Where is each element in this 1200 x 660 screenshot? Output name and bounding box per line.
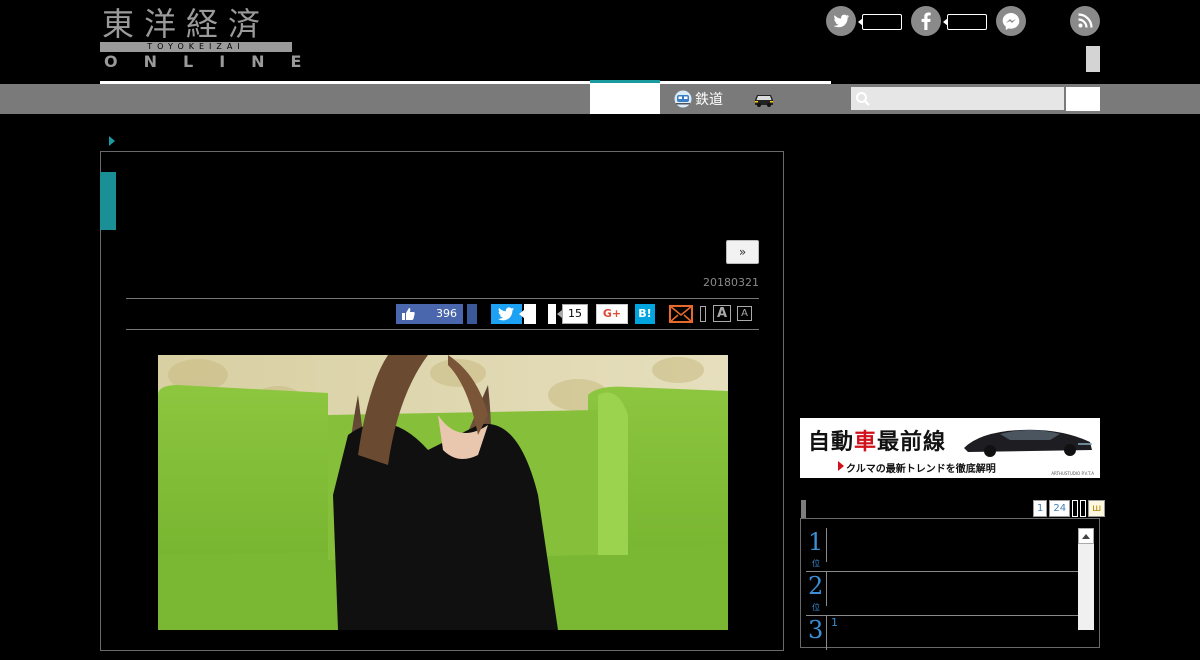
nav-tab-active[interactable] xyxy=(590,80,660,114)
header-menu-button[interactable] xyxy=(1086,46,1100,72)
mail-share-button[interactable] xyxy=(669,304,693,324)
twitter-bird-icon xyxy=(498,307,514,321)
ranking-tabs: 1 24 ш xyxy=(1033,500,1106,518)
nav-railway-label: 鉄道 xyxy=(695,92,723,108)
hatena-bookmark-button[interactable]: B! xyxy=(635,304,655,324)
thumbs-up-icon xyxy=(402,308,415,320)
ranking-item[interactable]: 2 位 xyxy=(806,572,1078,616)
banner-title: 自動車最前線 xyxy=(808,424,946,456)
rank-number: 1 xyxy=(808,528,824,556)
banner-title-part2: 最前線 xyxy=(877,429,947,455)
article-date: 20180321 xyxy=(703,276,759,289)
rank-unit: 位 xyxy=(812,603,820,612)
article-photo xyxy=(158,355,728,630)
supercar-image xyxy=(964,429,1092,457)
rank-divider xyxy=(826,572,827,606)
banner-title-red: 車 xyxy=(854,429,878,455)
rank-divider xyxy=(826,528,827,562)
nav-tab-auto[interactable] xyxy=(752,90,776,112)
rank-unit: 位 xyxy=(812,559,820,568)
nav-tab-railway[interactable]: 鉄道 xyxy=(674,88,723,110)
google-plus-button[interactable]: G+ xyxy=(596,304,628,324)
car-icon xyxy=(755,95,773,107)
site-logo[interactable]: 東洋経済 TOYOKEIZAI ONLINE xyxy=(100,5,301,72)
rank-number: 2 xyxy=(808,572,824,600)
messenger-icon[interactable] xyxy=(996,6,1026,36)
ranking-item[interactable]: 3 1 xyxy=(806,616,1078,660)
banner-title-part1: 自動 xyxy=(808,429,855,455)
train-icon xyxy=(674,90,692,108)
twitter-count-bubble xyxy=(858,14,902,30)
ranking-item[interactable]: 1 位 xyxy=(806,528,1078,572)
category-marker xyxy=(100,172,116,230)
share-separator xyxy=(700,306,706,322)
rank-sub-number: 1 xyxy=(831,616,838,629)
breadcrumb-arrow-icon xyxy=(109,136,115,146)
facebook-share-button[interactable] xyxy=(467,304,477,324)
auto-frontline-banner[interactable]: 自動車最前線 クルマの最新トレンドを徹底解明 ARTHUSTUDIO P.V.T… xyxy=(800,418,1100,478)
font-size-small-button[interactable]: A xyxy=(737,306,752,321)
ranking-tab-monthly[interactable] xyxy=(1080,500,1087,517)
ranking-tab-weekly[interactable] xyxy=(1072,500,1079,517)
mail-icon xyxy=(669,305,693,323)
share-divider-bottom xyxy=(126,329,759,330)
tweet-button[interactable] xyxy=(491,304,522,324)
logo-roman: TOYOKEIZAI xyxy=(100,42,292,52)
pocket-button[interactable] xyxy=(548,304,556,324)
ranking-header-marker xyxy=(801,500,806,518)
search-icon xyxy=(856,92,870,106)
ranking-tab-24h[interactable]: 24 xyxy=(1049,500,1071,517)
banner-subtitle: クルマの最新トレンドを徹底解明 xyxy=(838,460,996,475)
scroll-up-arrow-icon[interactable] xyxy=(1078,528,1094,544)
facebook-count-bubble xyxy=(943,14,987,30)
twitter-icon[interactable] xyxy=(826,6,856,36)
next-page-button[interactable]: » xyxy=(726,240,759,264)
logo-online: ONLINE xyxy=(104,52,328,71)
search-input[interactable] xyxy=(851,87,1064,110)
rank-divider xyxy=(826,616,827,650)
facebook-icon[interactable] xyxy=(911,6,941,36)
banner-credit: ARTHUSTUDIO P.V.T.A xyxy=(1051,471,1094,476)
rss-icon[interactable] xyxy=(1070,6,1100,36)
tweet-count xyxy=(519,304,536,324)
ranking-tab-1h[interactable]: 1 xyxy=(1033,500,1048,517)
share-divider-top xyxy=(126,298,759,299)
ranking-tab-extra[interactable]: ш xyxy=(1088,500,1106,517)
font-size-large-button[interactable]: A xyxy=(713,305,731,322)
facebook-like-button[interactable]: 396 xyxy=(396,304,463,324)
search-button[interactable] xyxy=(1066,87,1100,111)
pocket-count: 15 xyxy=(557,304,588,324)
like-count: 396 xyxy=(436,307,457,320)
rank-number: 3 xyxy=(808,616,824,644)
logo-kanji: 東洋経済 xyxy=(102,5,271,43)
